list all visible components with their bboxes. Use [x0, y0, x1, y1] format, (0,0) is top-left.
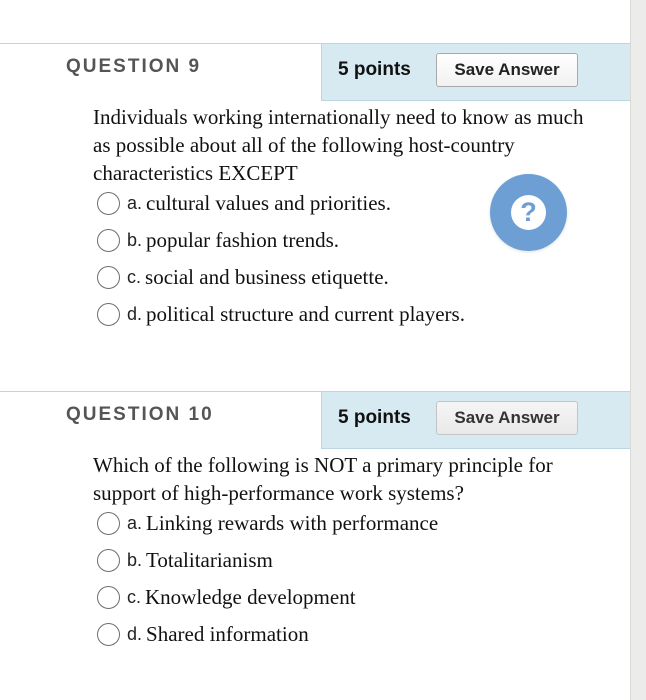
radio-button[interactable] [97, 228, 120, 252]
option-text: political structure and current players. [146, 301, 465, 326]
radio-button[interactable] [97, 302, 120, 326]
option-text: Knowledge development [145, 584, 356, 609]
radio-button[interactable] [97, 511, 120, 535]
question-mark-icon: ? [511, 195, 546, 230]
option-text: social and business etiquette. [145, 264, 389, 289]
question-points: 5 points [338, 407, 411, 428]
question-points: 5 points [338, 59, 411, 80]
radio-button[interactable] [97, 622, 120, 646]
scrollbar-track[interactable] [630, 0, 646, 700]
option-letter: a. [127, 192, 143, 213]
question-title: QUESTION 9 [66, 56, 202, 77]
save-answer-button[interactable]: Save Answer [436, 401, 578, 435]
option-letter: c. [127, 266, 142, 287]
option-text: Totalitarianism [146, 547, 273, 572]
question-10: QUESTION 10 5 points Save Answer Which o… [0, 348, 630, 700]
answer-option-b[interactable]: b. Totalitarianism [97, 546, 273, 574]
option-text: Linking rewards with performance [146, 510, 439, 535]
answer-option-d[interactable]: d. political structure and current playe… [97, 300, 465, 328]
radio-button[interactable] [97, 548, 120, 572]
radio-button[interactable] [97, 585, 120, 609]
option-text: popular fashion trends. [146, 227, 340, 252]
answer-option-d[interactable]: d. Shared information [97, 620, 309, 648]
option-letter: c. [127, 586, 142, 607]
question-text: Which of the following is NOT a primary … [93, 453, 553, 505]
option-text: Shared information [146, 621, 309, 646]
answer-option-c[interactable]: c. social and business etiquette. [97, 263, 389, 291]
radio-button[interactable] [97, 191, 120, 215]
option-letter: b. [127, 229, 143, 250]
answer-option-a[interactable]: a. Linking rewards with performance [97, 509, 438, 537]
option-letter: a. [127, 512, 143, 533]
answer-option-b[interactable]: b. popular fashion trends. [97, 226, 339, 254]
option-letter: d. [127, 623, 143, 644]
option-text: cultural values and priorities. [146, 190, 391, 215]
radio-button[interactable] [97, 265, 120, 289]
option-letter: d. [127, 303, 143, 324]
option-letter: b. [127, 549, 143, 570]
help-button[interactable]: ? [490, 174, 567, 251]
answer-option-c[interactable]: c. Knowledge development [97, 583, 356, 611]
question-title: QUESTION 10 [66, 404, 214, 425]
answer-option-a[interactable]: a. cultural values and priorities. [97, 189, 391, 217]
save-answer-button[interactable]: Save Answer [436, 53, 578, 87]
